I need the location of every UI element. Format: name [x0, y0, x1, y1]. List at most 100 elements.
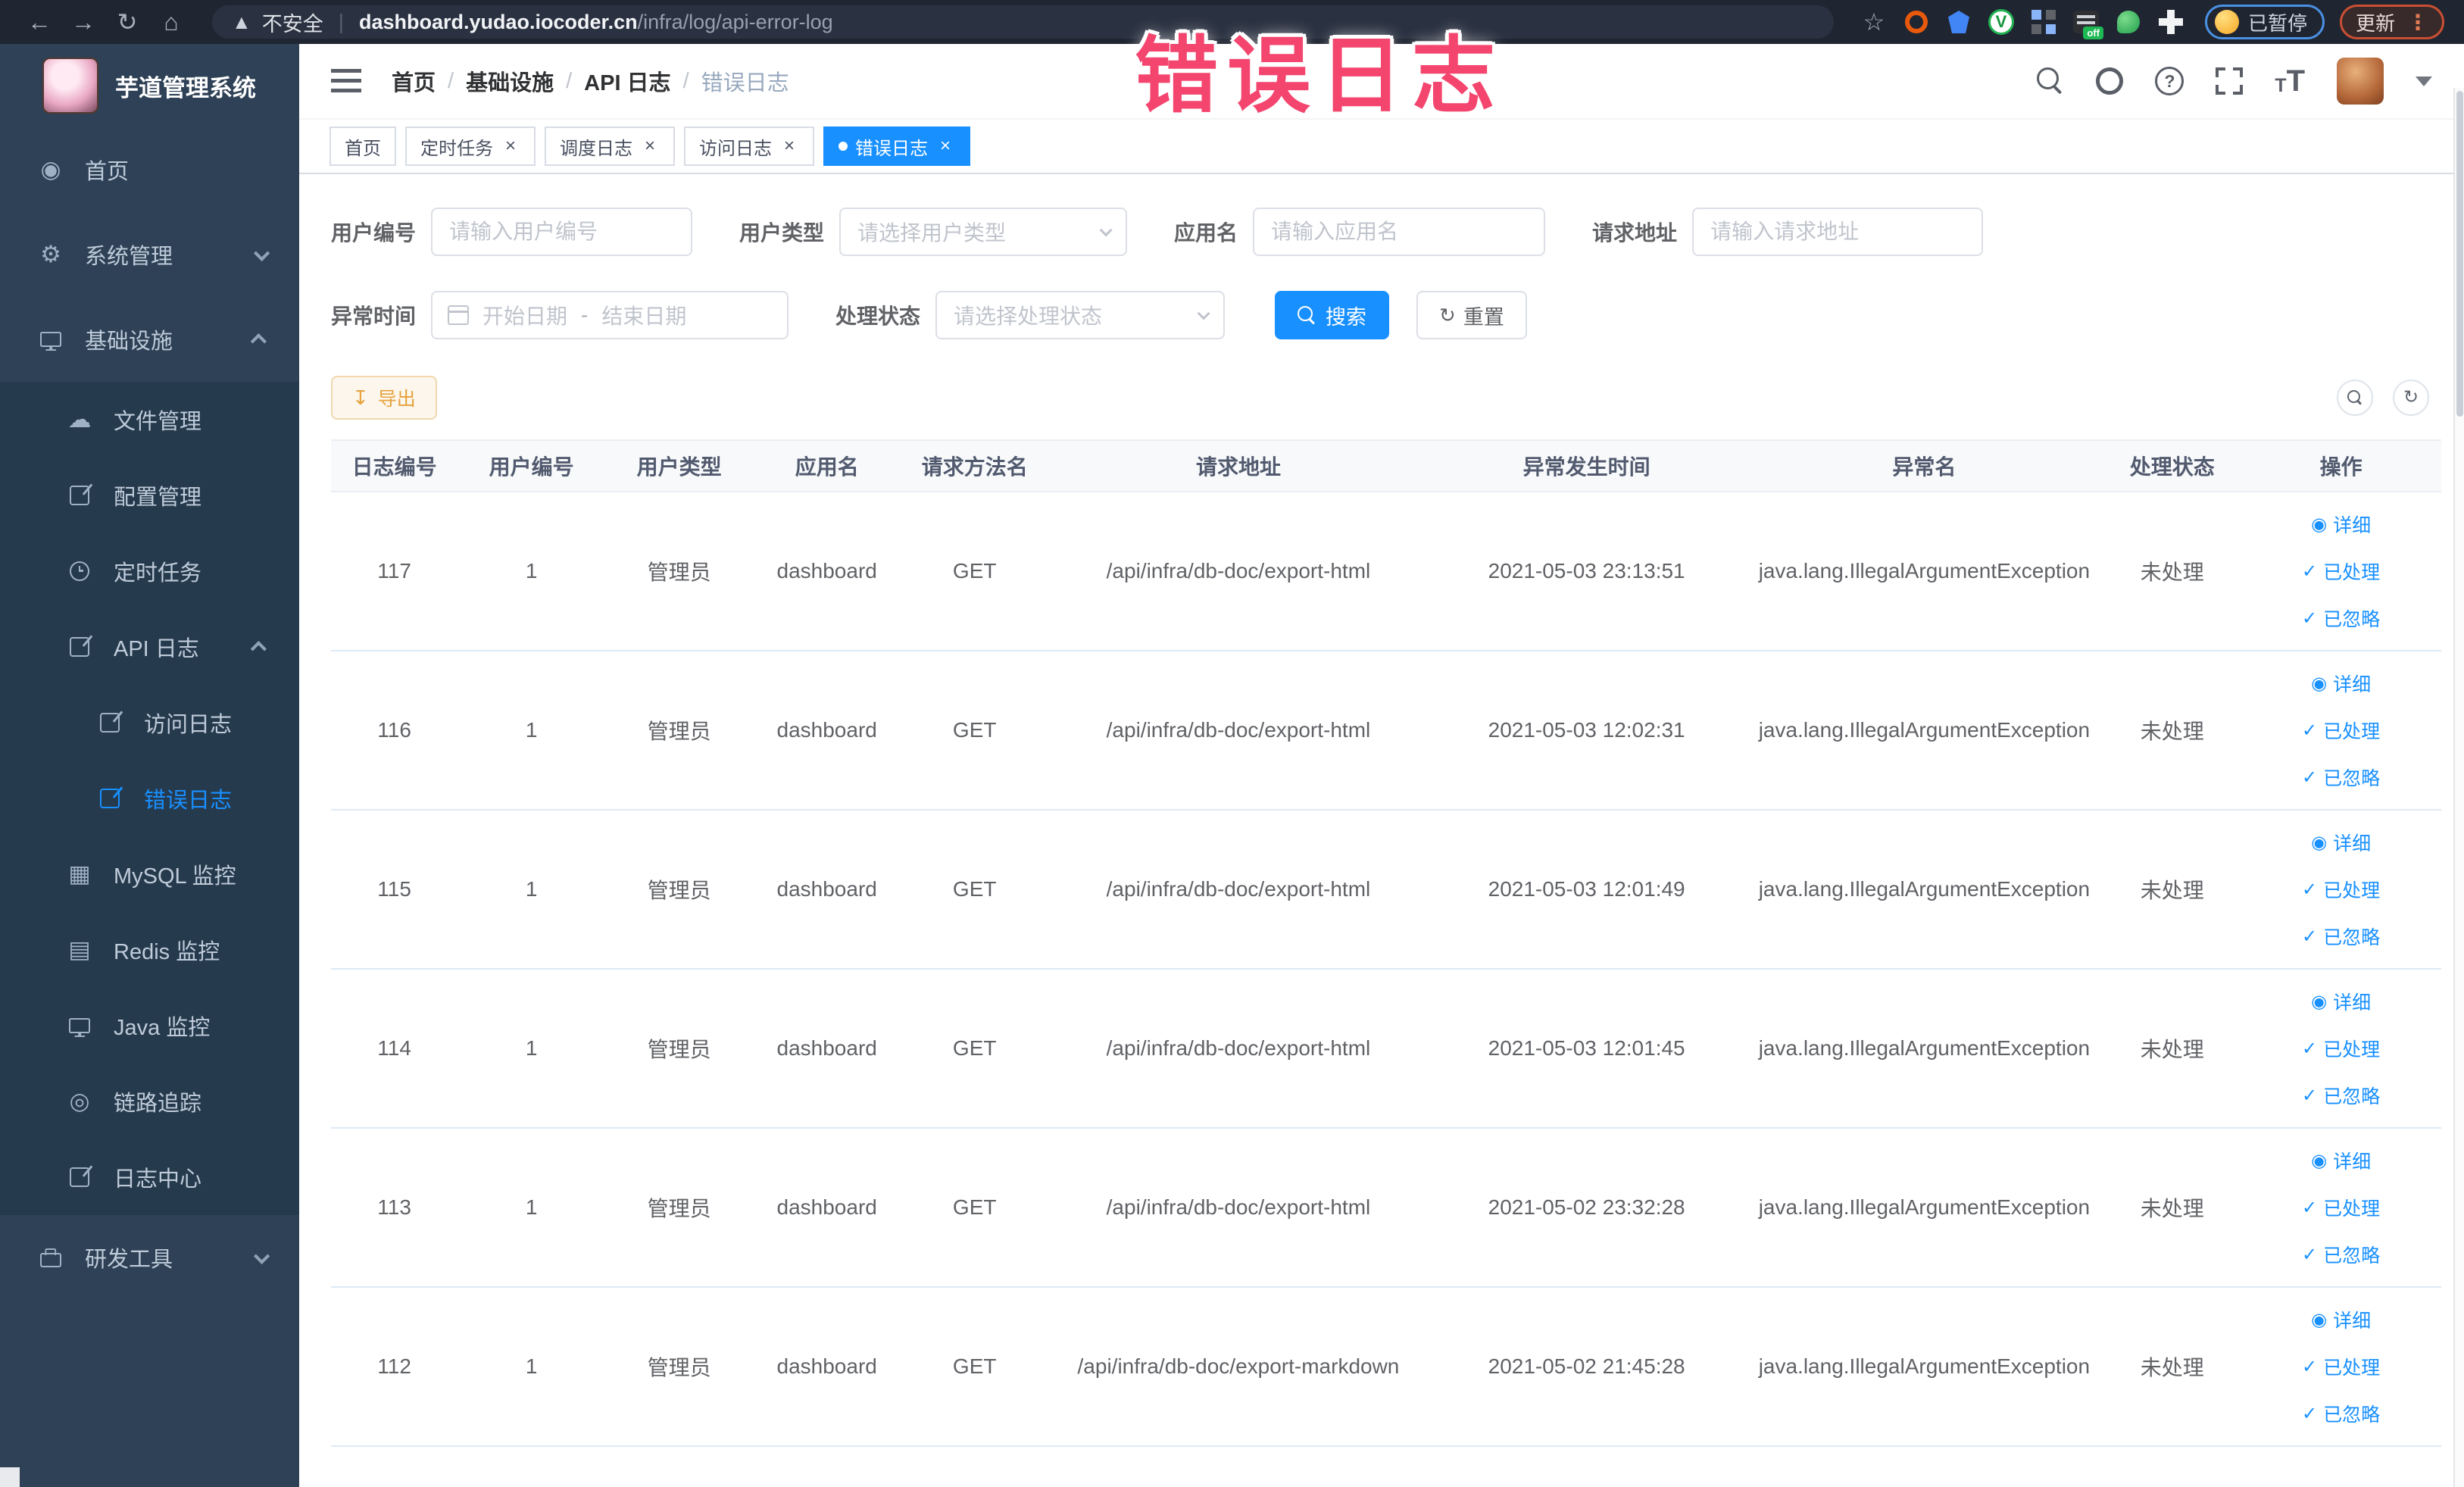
breadcrumb-item[interactable]: 首页	[392, 65, 436, 97]
help-icon[interactable]: ?	[2155, 67, 2184, 95]
action-ignored-link[interactable]: ✓ 已忽略	[2302, 923, 2380, 950]
app-logo[interactable]: 芋道管理系统	[0, 44, 299, 127]
check-icon: ✓	[2302, 1085, 2318, 1106]
action-ignored-link[interactable]: ✓ 已忽略	[2302, 604, 2380, 632]
sidebar-item-dev-tools[interactable]: 研发工具	[0, 1215, 299, 1300]
bookmark-star-icon[interactable]: ☆	[1860, 8, 1888, 36]
action-processed-link[interactable]: ✓ 已处理	[2302, 717, 2380, 744]
browser-reload-icon[interactable]: ↻	[108, 0, 147, 44]
breadcrumb-item[interactable]: API 日志	[584, 65, 670, 97]
breadcrumb-item[interactable]: 基础设施	[466, 65, 554, 97]
column-header: 异常名	[1892, 455, 1957, 479]
user-avatar[interactable]	[2337, 58, 2384, 105]
sidebar-item-api-log[interactable]: API 日志	[0, 609, 299, 685]
extension-grid-icon[interactable]	[2030, 8, 2057, 36]
action-ignored-link[interactable]: ✓ 已忽略	[2302, 1400, 2380, 1427]
column-header: 请求方法名	[921, 455, 1028, 479]
date-range-picker[interactable]: 开始日期 - 结束日期	[431, 291, 789, 339]
action-detail-link[interactable]: ◉ 详细	[2311, 1306, 2371, 1333]
action-processed-link[interactable]: ✓ 已处理	[2302, 1353, 2380, 1380]
sidebar-item-mysql-monitor[interactable]: ▦ MySQL 监控	[0, 836, 299, 912]
security-label[interactable]: 不安全	[262, 8, 323, 37]
search-toggle-button[interactable]	[2337, 380, 2373, 416]
app-name-input[interactable]	[1253, 208, 1546, 256]
page-scrollbar[interactable]	[2453, 88, 2464, 1487]
sidebar-collapse-hamburger-icon[interactable]	[331, 69, 361, 93]
user-id-input[interactable]	[431, 208, 693, 256]
sidebar-item-trace[interactable]: ◎ 链路追踪	[0, 1064, 299, 1139]
process-status-select[interactable]: 请选择处理状态	[935, 291, 1226, 339]
tab-error-log[interactable]: 错误日志 ×	[823, 127, 970, 166]
action-ignored-link[interactable]: ✓ 已忽略	[2302, 764, 2380, 791]
action-detail-link[interactable]: ◉ 详细	[2311, 829, 2371, 856]
action-detail-link[interactable]: ◉ 详细	[2311, 1147, 2371, 1174]
close-icon[interactable]: ×	[935, 136, 955, 157]
sidebar-item-infrastructure[interactable]: 基础设施	[0, 297, 299, 382]
action-label: 详细	[2333, 515, 2372, 536]
extensions-puzzle-icon[interactable]	[2157, 8, 2184, 36]
sidebar-item-file-management[interactable]: ☁ 文件管理	[0, 382, 299, 458]
scrollbar-thumb[interactable]	[2456, 91, 2463, 417]
column-header: 操作	[2319, 455, 2363, 479]
extension-shield-icon[interactable]	[1945, 8, 1972, 36]
sidebar-item-label: 日志中心	[114, 1167, 202, 1192]
tab-access-log[interactable]: 访问日志 ×	[684, 127, 814, 166]
sidebar-item-config-management[interactable]: 配置管理	[0, 458, 299, 533]
action-ignored-link[interactable]: ✓ 已忽略	[2302, 1082, 2380, 1109]
close-icon[interactable]: ×	[640, 136, 660, 157]
fullscreen-icon[interactable]	[2216, 67, 2244, 95]
sidebar-item-scheduled-jobs[interactable]: 定时任务	[0, 533, 299, 609]
close-icon[interactable]: ×	[779, 136, 799, 157]
refresh-button[interactable]: ↻	[2393, 380, 2429, 416]
action-processed-link[interactable]: ✓ 已处理	[2302, 1194, 2380, 1221]
request-url-input[interactable]	[1692, 208, 1984, 256]
search-button[interactable]: 搜索	[1275, 291, 1390, 339]
extension-leaf-icon[interactable]	[2115, 8, 2142, 36]
sidebar-item-access-log[interactable]: 访问日志	[0, 685, 299, 761]
page-url[interactable]: dashboard.yudao.iocoder.cn/infra/log/api…	[359, 11, 833, 34]
extension-orange-icon[interactable]	[1903, 8, 1930, 36]
update-button[interactable]: 更新 ⋮	[2339, 5, 2444, 39]
export-button[interactable]: ↧ 导出	[331, 376, 437, 420]
action-detail-link[interactable]: ◉ 详细	[2311, 988, 2371, 1015]
sidebar-menu: ◉ 首页 ⚙ 系统管理 基础设施 ☁ 文件管理配置管理定时任务 API 日志 访问日志 错误日志 ▦…	[0, 127, 299, 1300]
paused-badge[interactable]: 已暂停	[2204, 5, 2325, 39]
cell-app: dashboard	[776, 559, 877, 583]
browser-menu-kebab-icon[interactable]: ⋮	[2407, 10, 2428, 35]
close-icon[interactable]: ×	[501, 136, 520, 157]
cell-exception: java.lang.IllegalArgumentException	[1758, 1195, 2091, 1219]
cell-id: 116	[377, 718, 411, 742]
user-menu-caret-icon[interactable]	[2416, 76, 2432, 86]
redis-monitor-icon: ▤	[68, 936, 91, 963]
sidebar-item-java-monitor[interactable]: Java 监控	[0, 988, 299, 1064]
tab-home[interactable]: 首页	[329, 127, 396, 166]
cell-exception: java.lang.IllegalArgumentException	[1758, 559, 2091, 583]
extension-onoff-icon[interactable]: off	[2072, 8, 2103, 39]
action-processed-link[interactable]: ✓ 已处理	[2302, 1035, 2380, 1062]
action-detail-link[interactable]: ◉ 详细	[2311, 511, 2371, 538]
browser-forward-icon[interactable]: →	[64, 0, 103, 44]
browser-home-icon[interactable]: ⌂	[151, 0, 191, 44]
browser-back-icon[interactable]: ←	[20, 0, 59, 44]
action-label: 已处理	[2323, 1198, 2381, 1220]
header-search-icon[interactable]	[2037, 67, 2064, 95]
reset-button[interactable]: ↻ 重置	[1416, 291, 1527, 339]
sidebar-item-home[interactable]: ◉ 首页	[0, 127, 299, 212]
action-label: 已处理	[2323, 721, 2381, 742]
sidebar-item-redis-monitor[interactable]: ▤ Redis 监控	[0, 912, 299, 988]
action-ignored-link[interactable]: ✓ 已忽略	[2302, 1241, 2380, 1268]
sidebar-item-label: 配置管理	[114, 486, 202, 510]
action-processed-link[interactable]: ✓ 已处理	[2302, 558, 2380, 585]
sidebar-item-system-management[interactable]: ⚙ 系统管理	[0, 212, 299, 297]
action-processed-link[interactable]: ✓ 已处理	[2302, 876, 2380, 903]
action-detail-link[interactable]: ◉ 详细	[2311, 670, 2371, 697]
extension-green-v-icon[interactable]: V	[1988, 8, 2015, 36]
sidebar-item-log-center[interactable]: 日志中心	[0, 1139, 299, 1215]
github-icon[interactable]	[2096, 67, 2124, 95]
tab-job-log[interactable]: 调度日志 ×	[545, 127, 675, 166]
address-bar[interactable]: ▲ 不安全 | dashboard.yudao.iocoder.cn/infra…	[212, 5, 1834, 39]
font-size-icon[interactable]: TT	[2275, 66, 2305, 96]
sidebar-item-error-log[interactable]: 错误日志	[0, 761, 299, 836]
tab-scheduled-jobs[interactable]: 定时任务 ×	[405, 127, 536, 166]
user-type-select[interactable]: 请选择用户类型	[839, 208, 1128, 256]
